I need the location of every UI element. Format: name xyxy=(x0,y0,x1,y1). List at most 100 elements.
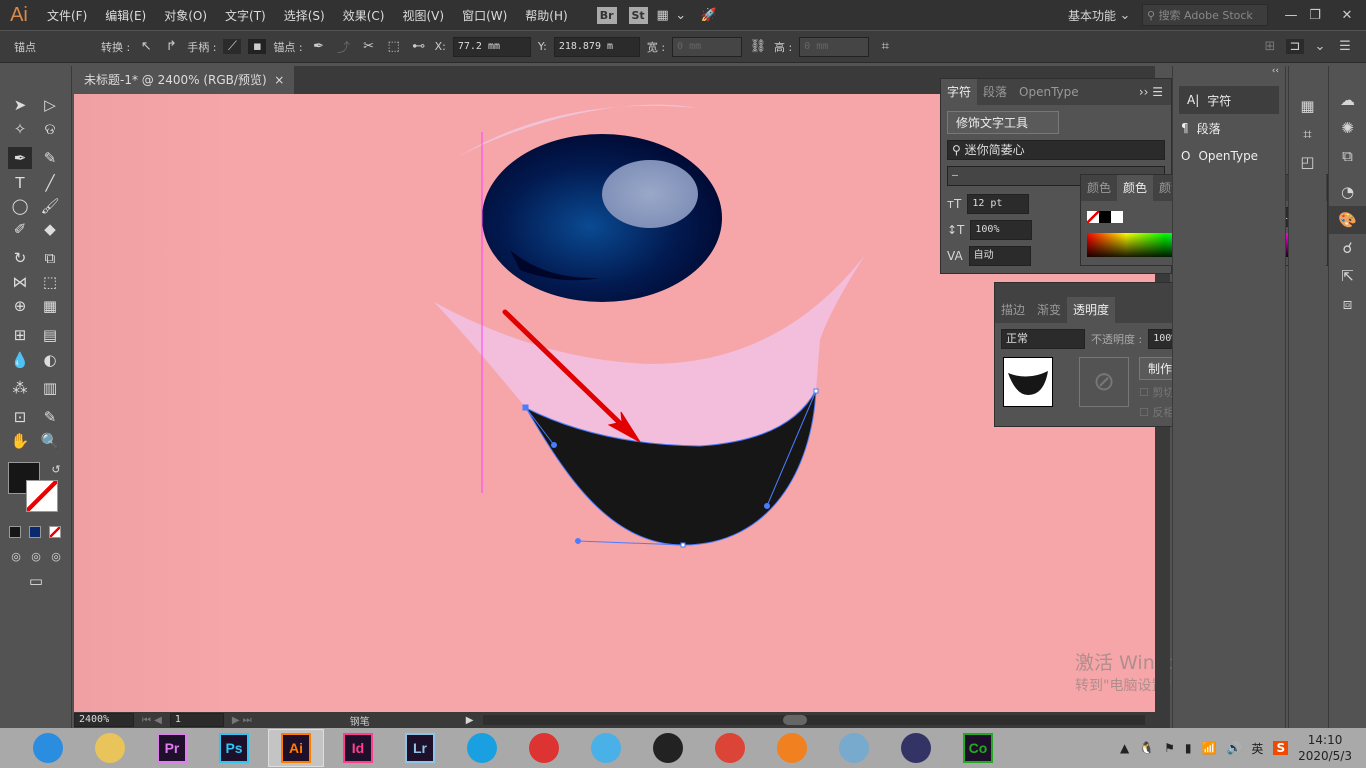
paintbrush-icon[interactable]: 🖌 xyxy=(38,195,62,217)
pathfinder-icon[interactable]: ◰ xyxy=(1289,148,1326,176)
rotate-icon[interactable]: ↻ xyxy=(8,247,32,269)
document-tab[interactable]: 未标题-1* @ 2400% (RGB/预览) × xyxy=(74,66,295,94)
transform-icon[interactable]: ⌗ xyxy=(876,39,894,54)
stroke-swatch[interactable] xyxy=(26,480,58,512)
align-icon[interactable]: ⊐ xyxy=(1286,39,1304,54)
ellipse-tool-icon[interactable]: ◯ xyxy=(8,195,32,217)
font-family-select[interactable]: ⚲ 迷你简萎心 xyxy=(947,140,1165,160)
taskbar-fox-app[interactable] xyxy=(764,729,820,767)
taskbar-cartoon-app[interactable] xyxy=(578,729,634,767)
show-handles-icon[interactable]: ⟋ xyxy=(223,39,242,54)
height-field[interactable]: 0 mm xyxy=(799,36,870,57)
x-field[interactable]: 77.2 mm xyxy=(452,36,531,57)
align-anchor-icon[interactable]: ⊷ xyxy=(410,39,428,54)
menu-edit[interactable]: 编辑(E) xyxy=(96,7,155,24)
leading-field[interactable]: 100% xyxy=(970,220,1033,240)
connect-anchor-icon[interactable]: ⤴ xyxy=(335,37,353,56)
artboard-next-icon[interactable]: ▶ ⏭ xyxy=(232,715,252,726)
none-swatch[interactable] xyxy=(1087,211,1099,223)
action-center-icon[interactable]: ⚑ xyxy=(1164,741,1175,755)
draw-inside-icon[interactable]: ◎ xyxy=(44,546,68,568)
tab-gradient[interactable]: 渐变 xyxy=(1031,297,1067,323)
hand-tool-icon[interactable]: ✋ xyxy=(8,430,32,452)
menu-object[interactable]: 对象(O) xyxy=(155,7,216,24)
convert-corner-icon[interactable]: ↖ xyxy=(137,39,155,54)
symbols-icon[interactable]: ☌ xyxy=(1329,234,1366,262)
tab-stroke[interactable]: 描边 xyxy=(995,297,1031,323)
zoom-field[interactable]: 2400% xyxy=(74,713,134,727)
network-icon[interactable]: 📶 xyxy=(1202,741,1217,755)
taskbar-indesign[interactable]: Id xyxy=(330,729,386,767)
link-icon[interactable]: ⛓ xyxy=(749,39,767,54)
appearance-icon[interactable]: ✺ xyxy=(1329,114,1366,142)
screen-mode-icon[interactable]: ▭ xyxy=(24,570,48,592)
artboards-icon[interactable]: ⧉ xyxy=(1329,142,1366,170)
gradient-tool-icon[interactable]: ▤ xyxy=(38,324,62,346)
curvature-tool-icon[interactable]: ✎ xyxy=(38,147,62,169)
y-field[interactable]: 218.879 m xyxy=(553,36,640,57)
status-menu-icon[interactable]: ▶ xyxy=(466,715,474,726)
dock-opentype[interactable]: O OpenType xyxy=(1173,142,1285,170)
object-thumbnail[interactable] xyxy=(1003,357,1053,407)
chevron-down-icon[interactable]: ⌄ xyxy=(1116,8,1134,23)
chevron-down-icon[interactable]: ⌄ xyxy=(1311,39,1329,54)
gpu-performance-icon[interactable]: 🚀 xyxy=(700,8,718,23)
shaper-tool-icon[interactable]: ✐ xyxy=(8,218,32,240)
taskbar-file-explorer[interactable] xyxy=(82,729,138,767)
layers-icon[interactable]: ⧈ xyxy=(1329,290,1366,318)
width-field[interactable]: 0 mm xyxy=(672,36,743,57)
dock-paragraph[interactable]: ¶ 段落 xyxy=(1173,114,1285,142)
line-tool-icon[interactable]: ╱ xyxy=(38,172,62,194)
free-transform-icon[interactable]: ⬚ xyxy=(38,271,62,293)
graph-tool-icon[interactable]: ▥ xyxy=(38,377,62,399)
menu-view[interactable]: 视图(V) xyxy=(393,7,453,24)
gradient-mode-icon[interactable] xyxy=(29,526,41,538)
tab-transparency[interactable]: 透明度 xyxy=(1067,297,1116,323)
artboard-tool-icon[interactable]: ⊡ xyxy=(8,406,32,428)
menu-effect[interactable]: 效果(C) xyxy=(334,7,394,24)
ime-indicator[interactable]: 英 xyxy=(1251,740,1263,757)
lasso-icon[interactable]: ଡ xyxy=(38,118,62,140)
cut-path-icon[interactable]: ✂ xyxy=(360,39,378,54)
close-tab-icon[interactable]: × xyxy=(274,73,284,87)
qq-tray-icon[interactable]: 🐧 xyxy=(1139,741,1154,755)
white-swatch[interactable] xyxy=(1111,211,1123,223)
tab-color-guide[interactable]: 颜色 xyxy=(1081,175,1117,201)
width-tool-icon[interactable]: ⋈ xyxy=(8,271,32,293)
collapse-icon[interactable]: ‹‹ xyxy=(1173,66,1285,86)
color-palette-icon[interactable]: 🎨 xyxy=(1329,206,1366,234)
slice-tool-icon[interactable]: ✎ xyxy=(38,406,62,428)
panel-menu-icon[interactable]: ›› ☰ xyxy=(1139,85,1171,99)
black-swatch[interactable] xyxy=(1099,211,1111,223)
symbol-sprayer-icon[interactable]: ⁂ xyxy=(8,377,32,399)
direct-selection-tool-icon[interactable]: ▷ xyxy=(38,94,62,116)
artboard-nav-icon[interactable]: ⏮ ◀ xyxy=(142,715,162,726)
remove-anchor-icon[interactable]: ✒ xyxy=(310,39,328,54)
swap-fill-stroke-icon[interactable]: ↺ xyxy=(44,459,68,481)
menu-select[interactable]: 选择(S) xyxy=(275,7,334,24)
taskbar-photoshop[interactable]: Ps xyxy=(206,729,262,767)
taskbar-lightroom[interactable]: Lr xyxy=(392,729,448,767)
creative-cloud-icon[interactable]: ☁ xyxy=(1329,86,1366,114)
volume-icon[interactable]: 🔊 xyxy=(1226,741,1241,755)
artboard-field[interactable]: 1 xyxy=(169,713,224,727)
dock-character[interactable]: A| 字符 xyxy=(1179,86,1279,114)
menu-window[interactable]: 窗口(W) xyxy=(453,7,516,24)
none-mode-icon[interactable] xyxy=(49,526,61,538)
grid-icon[interactable]: ⊞ xyxy=(1261,39,1279,54)
menu-file[interactable]: 文件(F) xyxy=(38,7,96,24)
bridge-button[interactable]: Br xyxy=(596,6,617,24)
blend-mode-select[interactable]: 正常 xyxy=(1001,329,1085,349)
eyedropper-icon[interactable]: 💧 xyxy=(8,349,32,371)
tab-character[interactable]: 字符 xyxy=(941,79,978,105)
taskbar-chrome[interactable] xyxy=(702,729,758,767)
taskbar-qq[interactable] xyxy=(640,729,696,767)
selection-tool-icon[interactable]: ➤ xyxy=(8,94,32,116)
taskbar-umbrella-app[interactable] xyxy=(516,729,572,767)
menu-type[interactable]: 文字(T) xyxy=(216,7,275,24)
tab-color[interactable]: 颜色 xyxy=(1117,175,1154,201)
hide-handles-icon[interactable]: ▪ xyxy=(248,39,267,54)
taskbar-video-editor[interactable] xyxy=(454,729,510,767)
show-hidden-icons[interactable]: ▲ xyxy=(1120,741,1129,755)
taskbar-qq-browser[interactable] xyxy=(20,729,76,767)
